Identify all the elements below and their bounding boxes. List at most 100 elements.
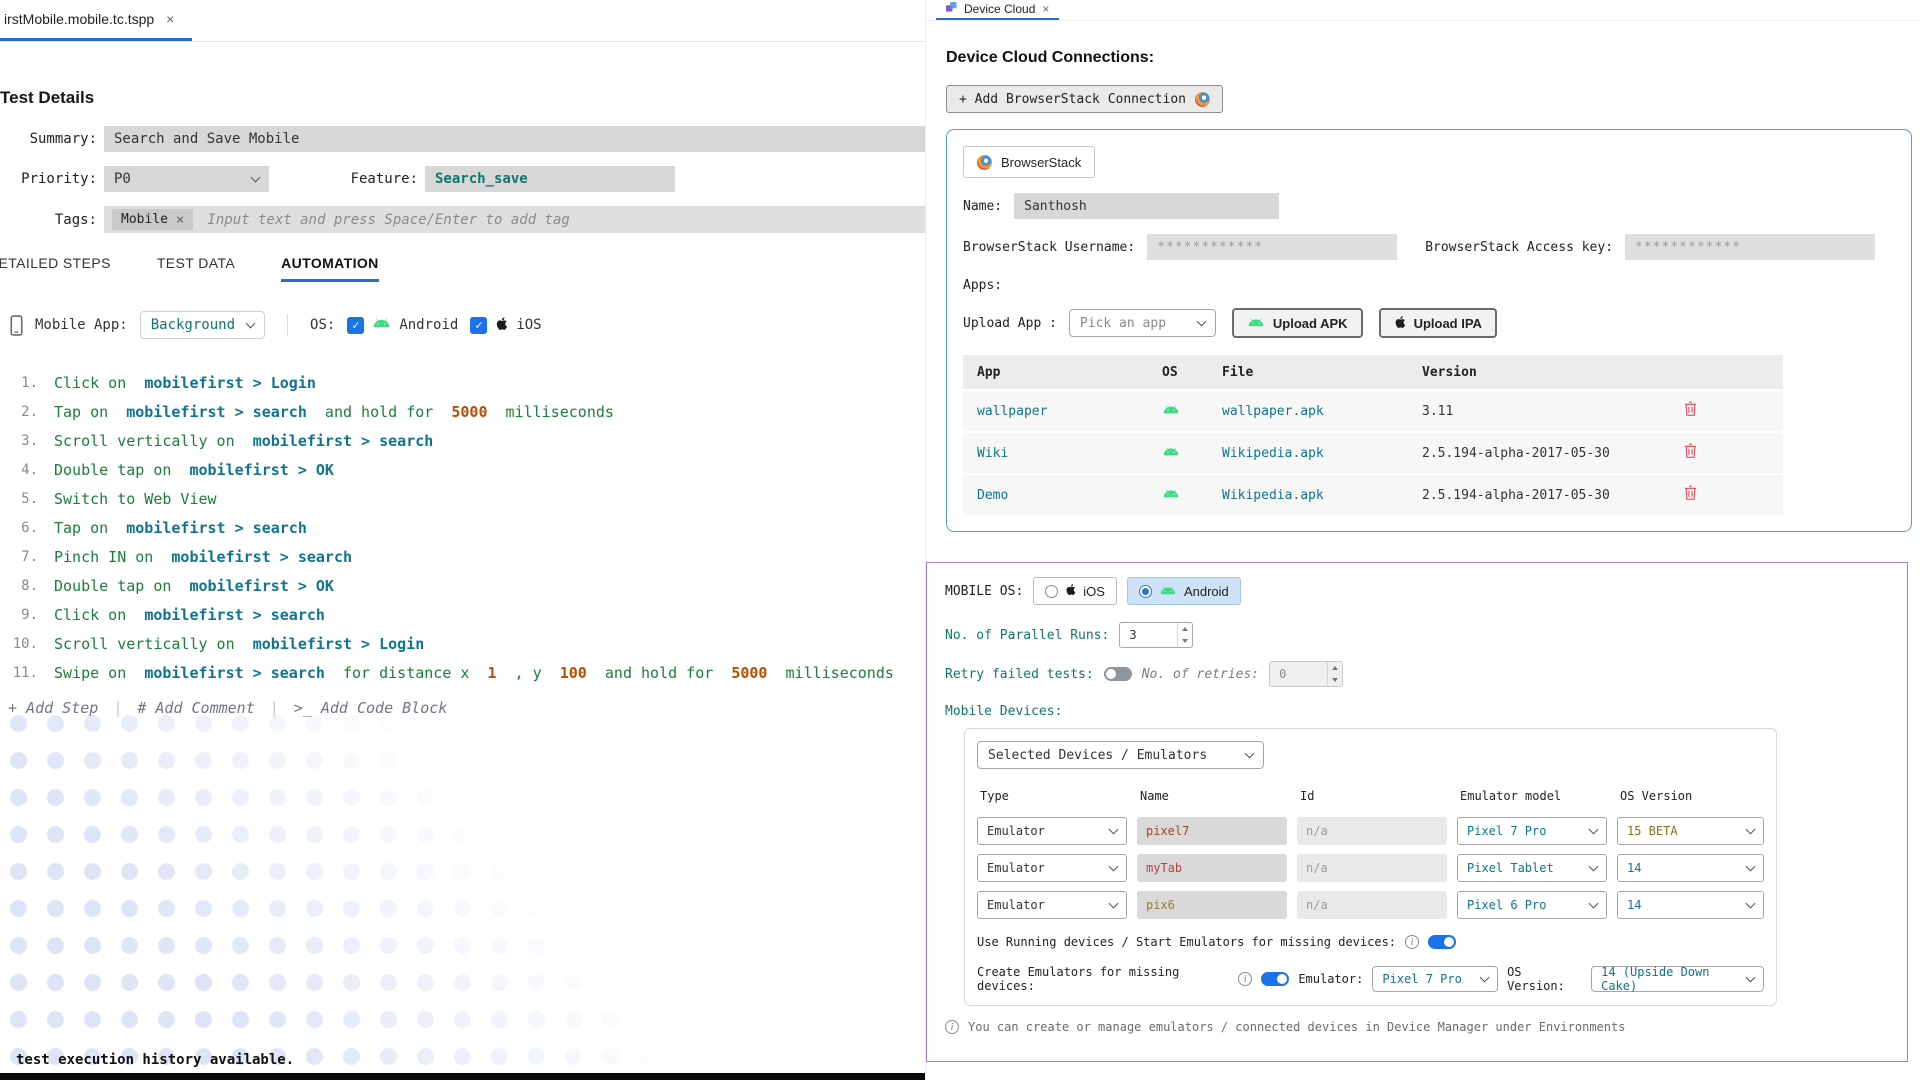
step-text: Double tap on mobilefirst > OK [54, 461, 334, 479]
close-icon[interactable] [1042, 2, 1049, 16]
os-version-select[interactable]: 14 [1617, 891, 1764, 919]
android-radio-option[interactable]: Android [1126, 577, 1241, 605]
browserstack-username-input[interactable]: ************ [1147, 234, 1398, 260]
app-file-link[interactable]: Wikipedia.apk [1208, 446, 1408, 461]
ios-option-label: iOS [1083, 583, 1105, 599]
tab-detailed-steps[interactable]: DETAILED STEPS [0, 255, 111, 282]
app-version: 2.5.194-alpha-2017-05-30 [1422, 445, 1610, 461]
step-text: Tap on mobilefirst > search and hold for… [54, 403, 614, 421]
parallel-runs-input[interactable]: 3 [1119, 622, 1194, 648]
mobile-app-select[interactable]: Background [139, 311, 266, 339]
device-name-input[interactable]: pix6 [1137, 891, 1287, 919]
tab-automation[interactable]: AUTOMATION [281, 255, 379, 282]
os-ios-checkbox[interactable]: iOS [470, 316, 542, 335]
emulator-model-select[interactable]: Pixel 6 Pro [1457, 891, 1607, 919]
device-type-select[interactable]: Emulator [977, 891, 1127, 919]
number-stepper-icon[interactable] [1177, 623, 1192, 647]
number-stepper-icon[interactable] [1327, 662, 1342, 686]
os-version-select[interactable]: 15 BETA [1617, 817, 1764, 845]
app-name-link[interactable]: wallpaper [963, 404, 1148, 419]
os-android-checkbox[interactable]: Android [347, 316, 458, 334]
app-file-link[interactable]: Wikipedia.apk [1208, 488, 1408, 503]
device-name-input[interactable]: pixel7 [1137, 817, 1287, 845]
priority-select[interactable]: P0 [104, 166, 269, 192]
retry-failed-toggle[interactable] [1103, 667, 1132, 681]
tag-chip[interactable]: Mobile [112, 209, 194, 230]
app-name-link[interactable]: Demo [963, 488, 1148, 503]
info-icon[interactable] [1405, 935, 1420, 949]
create-emulators-toggle[interactable] [1261, 972, 1290, 986]
tab-title: Device Cloud [964, 2, 1036, 16]
step-action: Tap on [54, 518, 127, 537]
summary-input[interactable]: Search and Save Mobile [104, 126, 925, 152]
emulator-model-select[interactable]: Pixel Tablet [1457, 854, 1607, 882]
step-action: Double tap on [54, 460, 190, 479]
device-id-input[interactable]: n/a [1297, 817, 1447, 845]
tags-label: Tags: [54, 211, 97, 228]
test-step[interactable]: 3. Scroll vertically on mobilefirst > sea… [0, 426, 925, 455]
step-action: milliseconds [487, 402, 614, 421]
apps-table-row: Wiki Wikipedia.apk 2.5.194-alpha-2017-05-3… [963, 431, 1783, 473]
mobile-os-label: MOBILE OS: [945, 583, 1024, 599]
upload-ipa-button[interactable]: Upload IPA [1378, 308, 1497, 338]
add-browserstack-connection-button[interactable]: + Add BrowserStack Connection [946, 85, 1223, 113]
action-add-code-block[interactable]: >_ Add Code Block [255, 699, 448, 717]
os-version-select[interactable]: 14 (Upside Down Cake) [1591, 965, 1764, 993]
device-name-input[interactable]: myTab [1137, 854, 1287, 882]
chevron-down-icon [1588, 861, 1599, 872]
tab-test-data[interactable]: TEST DATA [157, 255, 235, 282]
ios-radio-option[interactable]: iOS [1033, 577, 1117, 605]
use-running-devices-toggle[interactable] [1428, 935, 1457, 949]
provider-label: BrowserStack [1001, 154, 1082, 170]
devices-filter-select[interactable]: Selected Devices / Emulators [977, 741, 1264, 769]
test-step[interactable]: 9. Click on mobilefirst > search [0, 600, 925, 629]
os-version-select[interactable]: 14 [1617, 854, 1764, 882]
tab-device-cloud[interactable]: Device Cloud [936, 0, 1060, 20]
remove-tag-icon[interactable] [176, 212, 184, 228]
element-ref: mobilefirst > Login [252, 634, 425, 653]
browserstack-access-key-input[interactable]: ************ [1625, 234, 1876, 260]
action-add-comment[interactable]: # Add Comment [98, 699, 254, 717]
retries-value: 0 [1279, 667, 1287, 681]
emulator-model-select[interactable]: Pixel 7 Pro [1372, 966, 1499, 992]
tab-test-file[interactable]: irstMobile.mobile.tc.tspp [0, 0, 193, 41]
browserstack-provider-tab[interactable]: BrowserStack [963, 146, 1096, 178]
feature-input[interactable]: Search_save [425, 166, 675, 192]
connection-name-input[interactable]: Santhosh [1014, 193, 1280, 219]
action-add-step[interactable]: + Add Step [8, 699, 98, 717]
tags-input[interactable]: Mobile Input text and press Space/Enter … [104, 206, 925, 233]
delete-app-icon[interactable] [1684, 443, 1697, 463]
upload-apk-button[interactable]: Upload APK [1231, 308, 1363, 338]
delete-app-icon[interactable] [1684, 485, 1697, 505]
test-step[interactable]: 11. Swipe on mobilefirst > search for dis… [0, 658, 925, 687]
retries-input[interactable]: 0 [1269, 661, 1344, 687]
test-step[interactable]: 8. Double tap on mobilefirst > OK [0, 571, 925, 600]
test-step[interactable]: 7. Pinch IN on mobilefirst > search [0, 542, 925, 571]
app-file-link[interactable]: wallpaper.apk [1208, 404, 1408, 419]
app-name-link[interactable]: Wiki [963, 446, 1148, 461]
pick-app-select[interactable]: Pick an app [1068, 309, 1216, 337]
app-version: 3.11 [1422, 403, 1454, 419]
step-action: and hold for [306, 402, 452, 421]
test-step[interactable]: 2. Tap on mobilefirst > search and hold f… [0, 397, 925, 426]
info-icon[interactable] [1238, 972, 1253, 986]
test-step[interactable]: 4. Double tap on mobilefirst > OK [0, 455, 925, 484]
test-step[interactable]: 10. Scroll vertically on mobilefirst > Lo… [0, 629, 925, 658]
apps-table-row: Demo Wikipedia.apk 2.5.194-alpha-2017-05-3… [963, 473, 1783, 515]
delete-app-icon[interactable] [1684, 401, 1697, 421]
step-number: 2. [21, 403, 38, 420]
os-label: OS: [310, 317, 336, 333]
android-icon [1247, 316, 1265, 331]
device-row: Emulator pix6 n/a Pixel 6 Pro 14 [977, 891, 1764, 919]
test-step[interactable]: 1. Click on mobilefirst > Login [0, 368, 925, 397]
device-id-input[interactable]: n/a [1297, 854, 1447, 882]
device-id-input[interactable]: n/a [1297, 891, 1447, 919]
emulator-model-select[interactable]: Pixel 7 Pro [1457, 817, 1607, 845]
close-icon[interactable] [166, 11, 174, 27]
test-step[interactable]: 5. Switch to Web View [0, 484, 925, 513]
device-type-select[interactable]: Emulator [977, 854, 1127, 882]
test-step[interactable]: 6. Tap on mobilefirst > search [0, 513, 925, 542]
dot-pattern-decoration [0, 705, 680, 1080]
step-action: Tap on [54, 402, 127, 421]
device-type-select[interactable]: Emulator [977, 817, 1127, 845]
